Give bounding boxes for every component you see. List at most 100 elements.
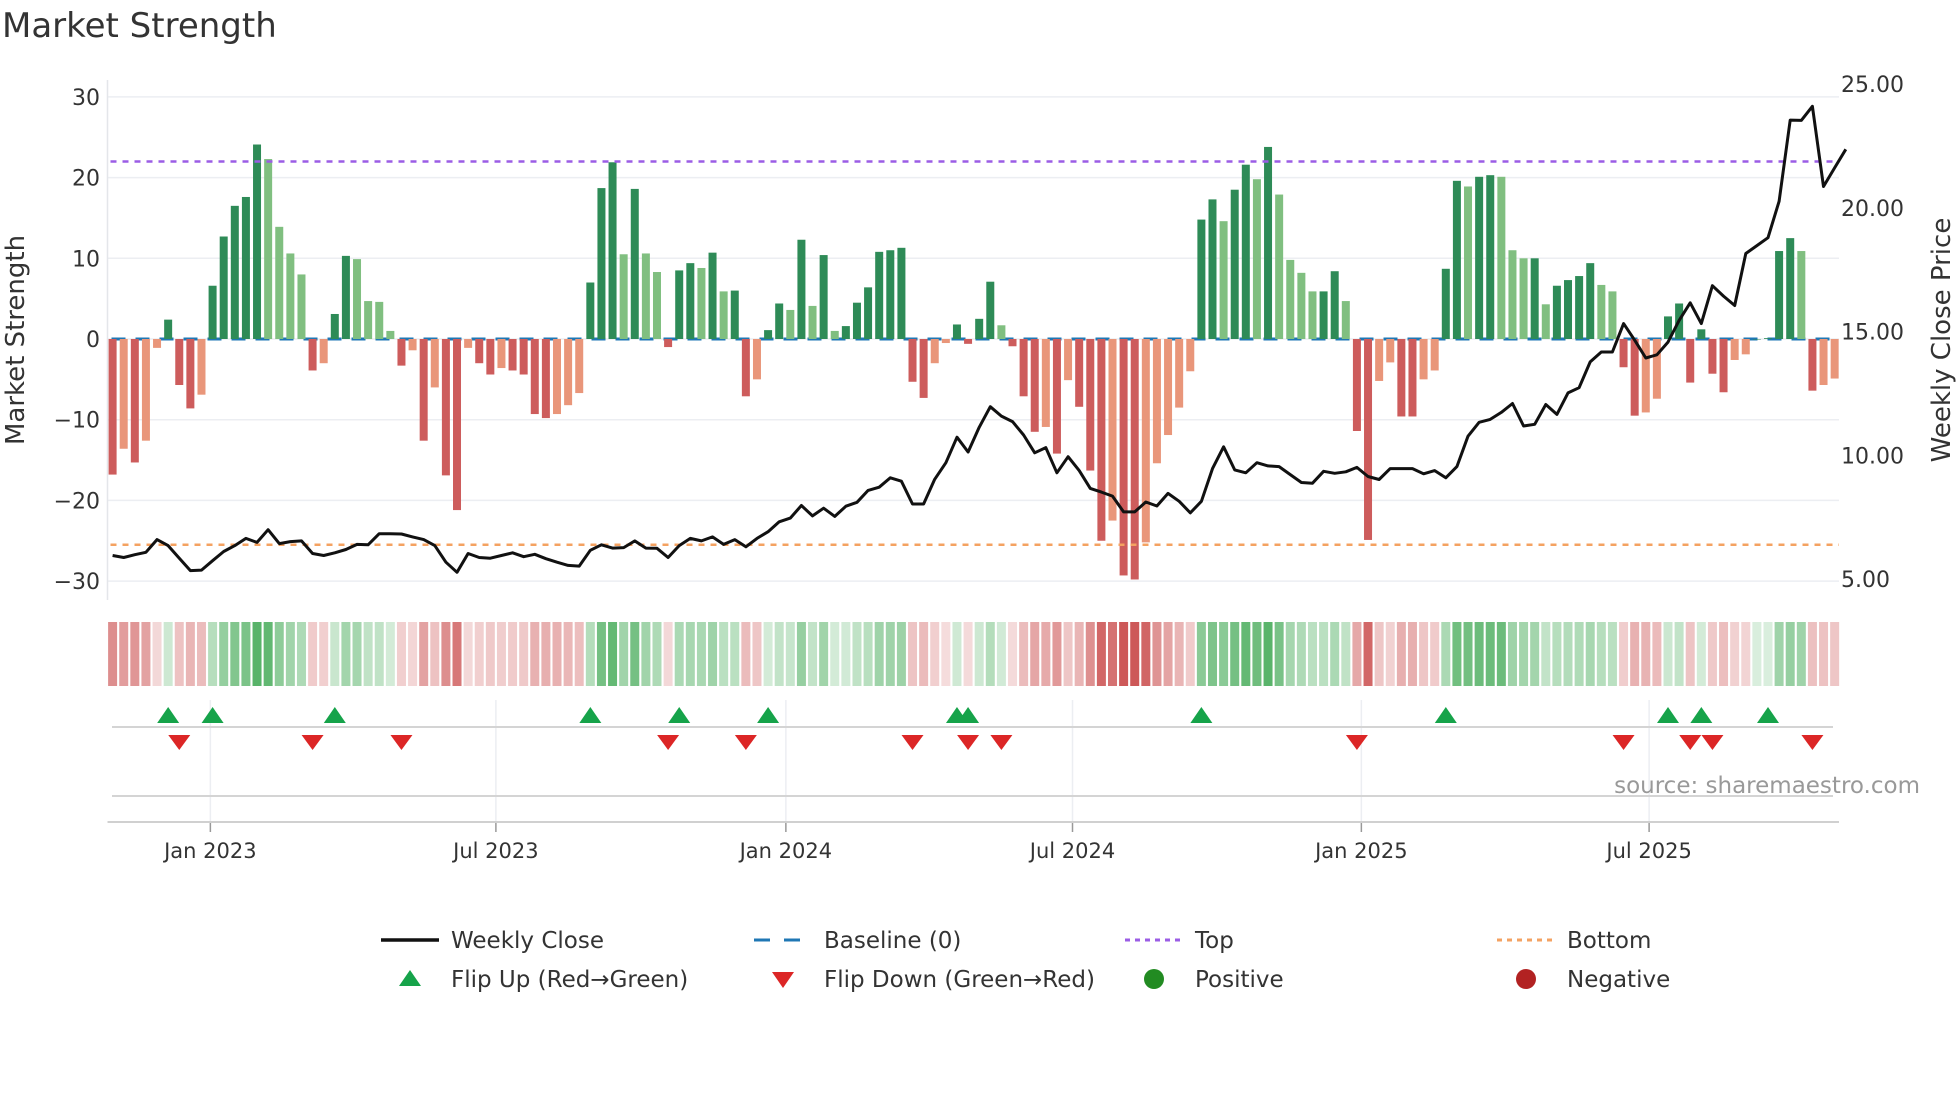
- heat-strip-cell: [841, 622, 851, 686]
- heat-strip-cell: [1041, 622, 1051, 686]
- heat-strip-cell: [1563, 622, 1573, 686]
- flip-down-marker: [301, 735, 324, 750]
- heat-strip-cell: [474, 622, 484, 686]
- legend-circle-icon: [1144, 969, 1164, 989]
- strength-bar: [475, 339, 484, 364]
- strength-bar: [1508, 250, 1517, 339]
- heat-strip-cell: [596, 622, 606, 686]
- heat-strip-cell: [1685, 622, 1695, 686]
- heat-strip-cell: [252, 622, 262, 686]
- strength-bar: [353, 259, 362, 339]
- strength-bar: [1486, 175, 1495, 339]
- strength-bar: [1030, 339, 1039, 432]
- strength-bar: [975, 318, 984, 339]
- heat-strip-cell: [808, 622, 818, 686]
- heat-strip-cell: [1796, 622, 1806, 686]
- heat-strip-cell: [285, 622, 295, 686]
- heat-strip-cell: [796, 622, 806, 686]
- strength-bar: [1630, 339, 1639, 416]
- heat-strip-cell: [574, 622, 584, 686]
- strength-bar: [219, 236, 228, 339]
- heat-strip-cell: [1141, 622, 1151, 686]
- heat-strip-cell: [1807, 622, 1817, 686]
- strength-bar: [675, 270, 684, 339]
- strength-bar: [253, 144, 262, 339]
- strength-bar: [986, 281, 995, 339]
- heat-strip-cell: [896, 622, 906, 686]
- strength-bar: [1763, 338, 1772, 339]
- strength-bar: [1608, 291, 1617, 339]
- strength-bar: [730, 290, 739, 339]
- heat-strip-cell: [452, 622, 462, 686]
- heat-strip-cell: [974, 622, 984, 686]
- heat-strip-cell: [408, 622, 418, 686]
- strength-bar: [1408, 339, 1417, 417]
- strength-bar: [1130, 339, 1139, 580]
- strength-bar: [864, 287, 873, 339]
- heat-strip-cell: [352, 622, 362, 686]
- flip-up-marker: [757, 707, 780, 723]
- strength-bar: [1319, 291, 1328, 339]
- heat-strip-cell: [1108, 622, 1117, 686]
- heat-strip-cell: [1185, 622, 1195, 686]
- strength-bar: [830, 330, 839, 339]
- heat-strip-cell: [696, 622, 706, 686]
- source-label: source: sharemaestro.com: [1614, 773, 1920, 799]
- strength-bar: [1564, 280, 1573, 339]
- heat-strip-cell: [1752, 622, 1762, 686]
- heat-strip-cell: [619, 622, 629, 686]
- heat-strip-cell: [374, 622, 384, 686]
- strength-bar: [597, 188, 606, 339]
- y-tick-label: −20: [54, 489, 100, 514]
- strength-bar: [764, 330, 773, 339]
- heat-strip-cell: [196, 622, 206, 686]
- strength-bar: [586, 282, 595, 339]
- heat-strip-cell: [1085, 622, 1095, 686]
- heat-strip-cell: [1241, 622, 1251, 686]
- heat-strip-cell: [130, 622, 140, 686]
- strength-bar: [1230, 189, 1239, 339]
- heat-strip-cell: [496, 622, 506, 686]
- heat-strip-cell: [108, 622, 118, 686]
- heat-strip-cell: [708, 622, 718, 686]
- heat-strip-cell: [919, 622, 929, 686]
- y-tick-label: 30: [72, 86, 100, 111]
- strength-bar: [1175, 339, 1184, 408]
- legend-label: Flip Down (Green→Red): [824, 967, 1095, 993]
- flip-up-marker: [323, 707, 346, 723]
- strength-bar: [386, 330, 395, 339]
- flip-down-marker: [901, 735, 924, 750]
- strength-bar: [108, 339, 117, 475]
- heat-strip-cell: [674, 622, 684, 686]
- heat-strip-cell: [608, 622, 618, 686]
- strength-bar: [1241, 164, 1250, 339]
- heat-strip-cell: [508, 622, 518, 686]
- strength-bar: [1441, 268, 1450, 339]
- heat-strip-cell: [785, 622, 795, 686]
- strength-bar: [1452, 180, 1461, 339]
- heat-strip-cell: [1763, 622, 1773, 686]
- heat-strip-cell: [1274, 622, 1284, 686]
- heat-strip-cell: [1396, 622, 1406, 686]
- y2-axis-label: Weekly Close Price: [1927, 218, 1957, 463]
- strength-bar: [1386, 339, 1395, 363]
- heat-strip-cell: [485, 622, 495, 686]
- strength-bar: [919, 339, 928, 398]
- y2-tick-label: 10.00: [1841, 444, 1904, 469]
- flip-up-marker: [1756, 707, 1779, 723]
- heat-strip-cell: [719, 622, 729, 686]
- strength-bar: [408, 339, 417, 351]
- heat-strip-cell: [1096, 622, 1106, 686]
- strength-bar: [197, 339, 206, 395]
- y-tick-label: 20: [72, 167, 100, 192]
- heat-strip-cell: [1430, 622, 1440, 686]
- heat-strip-cell: [530, 622, 540, 686]
- strength-bar: [519, 339, 528, 375]
- heat-strip-cell: [1352, 622, 1362, 686]
- heat-strip-cell: [1830, 622, 1840, 686]
- heat-strip-cell: [1452, 622, 1462, 686]
- legend-item-top: Top: [1125, 928, 1234, 954]
- strength-bar: [1519, 258, 1528, 339]
- strength-bar: [775, 303, 784, 339]
- heat-strip-cell: [119, 622, 129, 686]
